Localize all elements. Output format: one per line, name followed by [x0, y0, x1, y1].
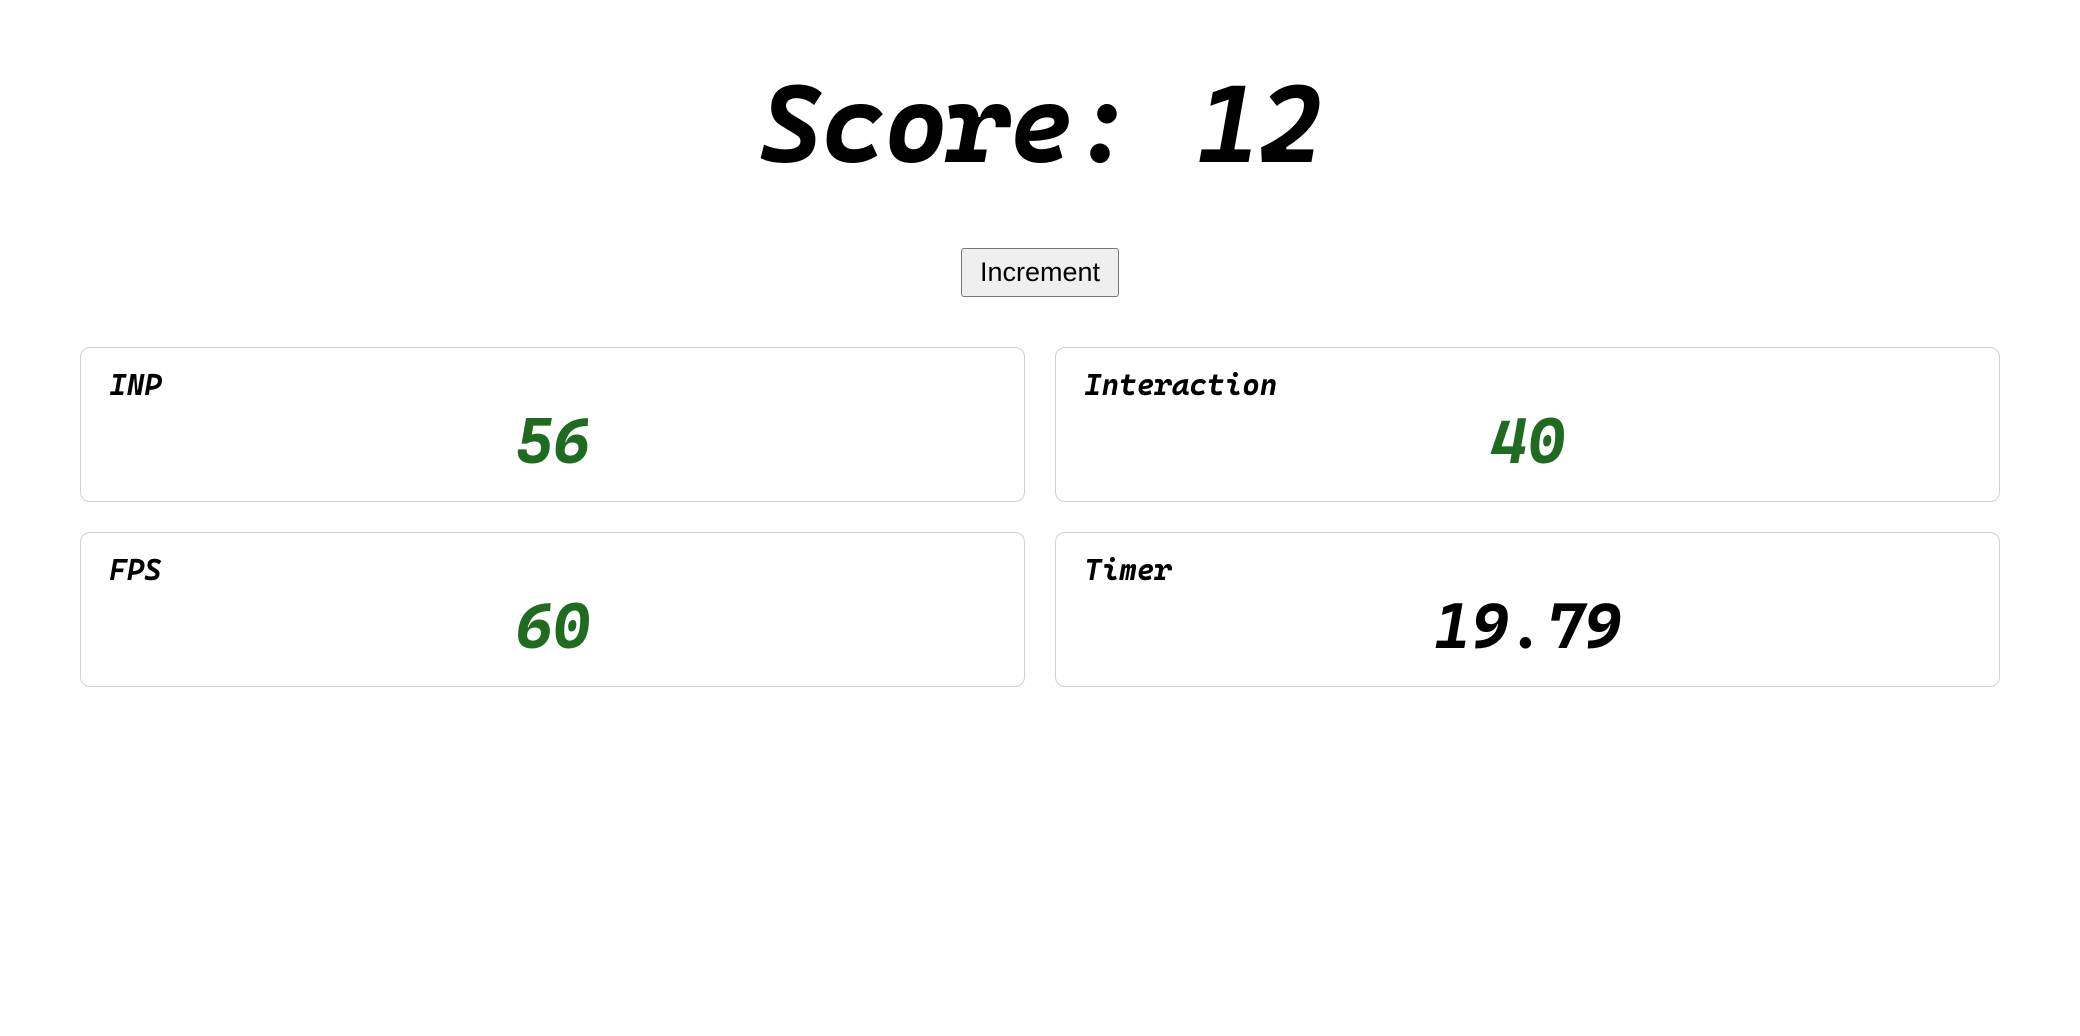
score-heading: Score: 12	[80, 60, 2000, 188]
metric-title-inp: INP	[109, 368, 996, 403]
metric-card-fps: FPS 60	[80, 532, 1025, 687]
increment-button[interactable]: Increment	[961, 248, 1119, 297]
metric-value-inp: 56	[109, 409, 996, 473]
metric-card-inp: INP 56	[80, 347, 1025, 502]
metrics-grid: INP 56 Interaction 40 FPS 60 Timer 19.79	[80, 347, 2000, 687]
metric-card-timer: Timer 19.79	[1055, 532, 2000, 687]
score-label: Score:	[759, 60, 1134, 188]
metric-value-timer: 19.79	[1084, 594, 1971, 658]
metric-title-interaction: Interaction	[1084, 368, 1971, 403]
metric-value-fps: 60	[109, 594, 996, 658]
metric-title-fps: FPS	[109, 553, 996, 588]
metric-value-interaction: 40	[1084, 409, 1971, 473]
score-value: 12	[1196, 60, 1321, 188]
metric-card-interaction: Interaction 40	[1055, 347, 2000, 502]
button-container: Increment	[80, 248, 2000, 297]
metric-title-timer: Timer	[1084, 553, 1971, 588]
